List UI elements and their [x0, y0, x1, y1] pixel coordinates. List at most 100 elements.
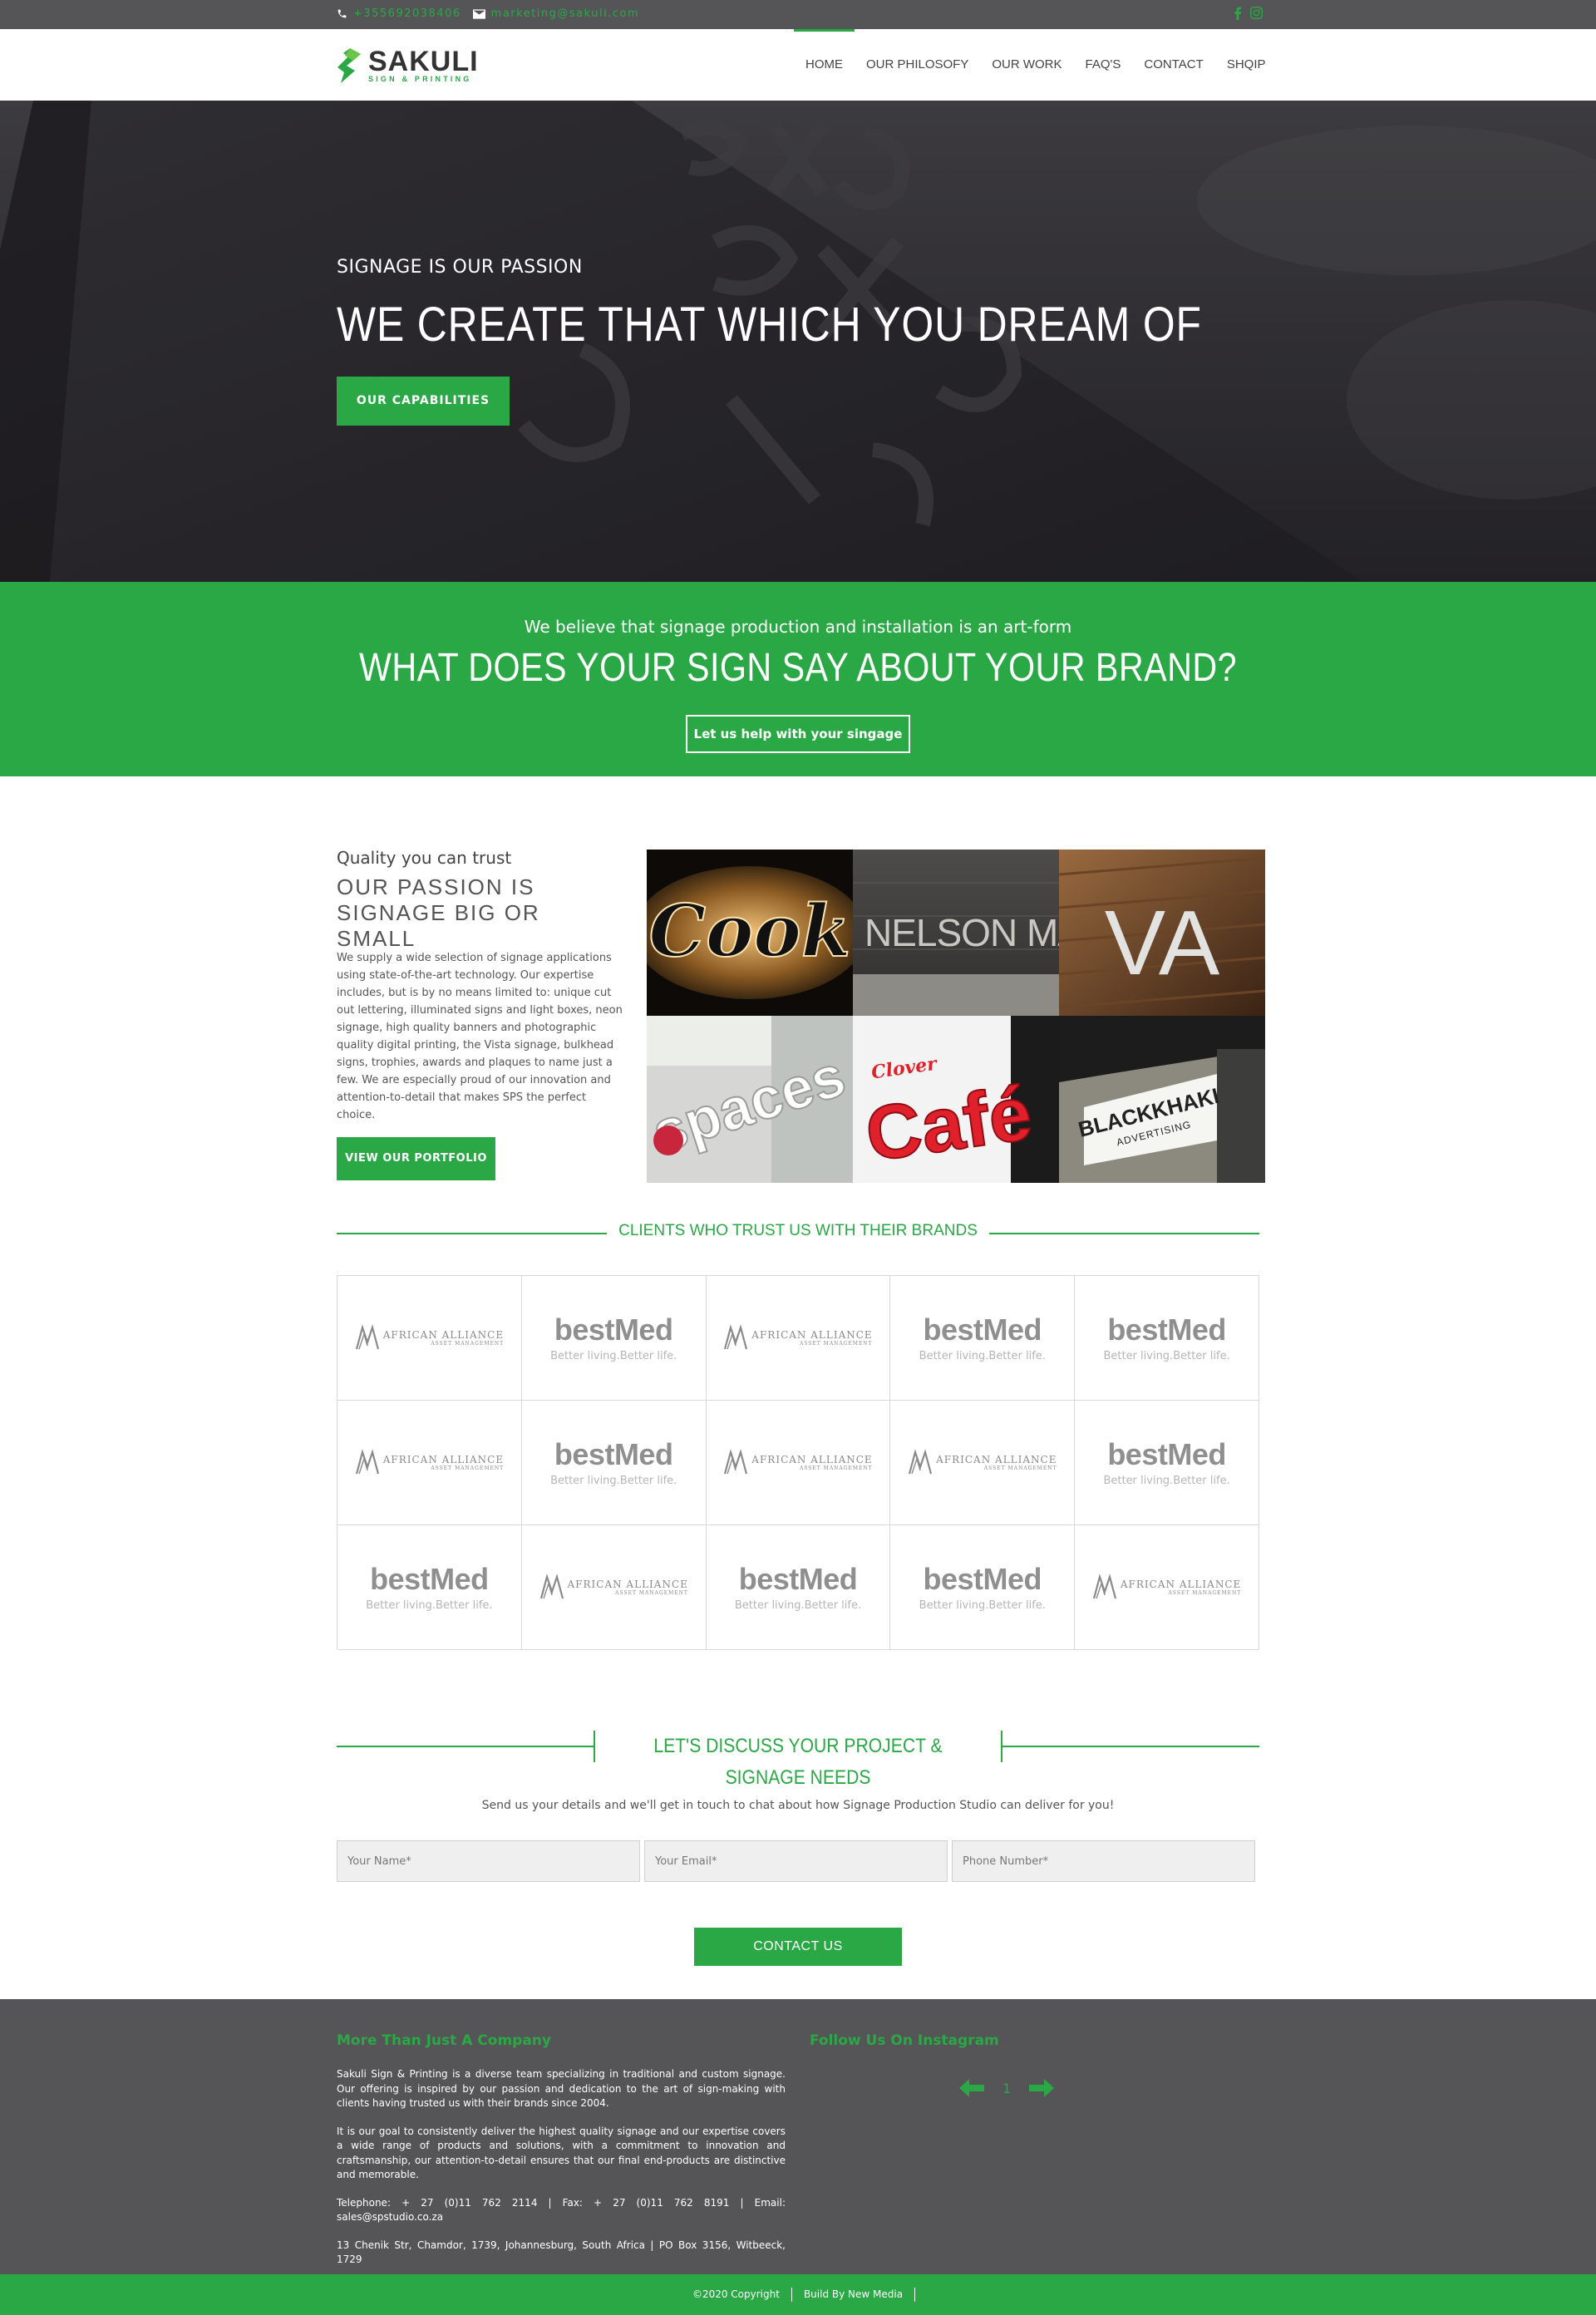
bestmed-logo: bestMed Better living.Better life.: [919, 1562, 1046, 1613]
client-logo-cell: AFRICAN ALLIANCE ASSET MANAGEMENT: [890, 1401, 1076, 1525]
nav-our-philosofy[interactable]: OUR PHILOSOFY: [855, 29, 980, 101]
bestmed-name: bestMed: [738, 1562, 858, 1596]
client-logo-cell: bestMed Better living.Better life.: [890, 1525, 1076, 1650]
band-subtitle: We believe that signage production and i…: [524, 617, 1072, 637]
african-alliance-logo: AFRICAN ALLIANCE ASSET MANAGEMENT: [355, 1323, 504, 1352]
bestmed-name: bestMed: [554, 1437, 673, 1471]
main-navbar: SAKULI SIGN & PRINTING HOME OUR PHILOSOF…: [0, 29, 1596, 101]
phone-icon: [337, 9, 347, 18]
bestmed-tagline: Better living.Better life.: [550, 1350, 677, 1362]
gallery-tile-va[interactable]: VA: [1059, 850, 1265, 1016]
nav-contact[interactable]: CONTACT: [1132, 29, 1214, 101]
clients-heading: CLIENTS WHO TRUST US WITH THEIR BRANDS: [337, 1222, 1259, 1240]
nav-our-work[interactable]: OUR WORK: [980, 29, 1073, 101]
gallery-tile-clover-cafe[interactable]: Café Clover: [853, 1016, 1059, 1183]
band-title: WHAT DOES YOUR SIGN SAY ABOUT YOUR BRAND…: [0, 645, 1596, 691]
african-alliance-sub: ASSET MANAGEMENT: [615, 1589, 688, 1596]
gallery-tile-blackkhaki[interactable]: BLACKKHAKI ADVERTISING: [1059, 1016, 1265, 1183]
bestmed-tagline: Better living.Better life.: [919, 1599, 1046, 1612]
african-alliance-mark-icon: [724, 1448, 748, 1474]
nav-shqip[interactable]: SHQIP: [1215, 29, 1278, 101]
bestmed-tagline: Better living.Better life.: [550, 1475, 677, 1487]
footer-instagram: Follow Us On Instagram 1: [810, 2032, 1259, 2097]
instagram-icon[interactable]: [1250, 7, 1263, 19]
african-alliance-mark-icon: [1092, 1573, 1116, 1598]
phone-field[interactable]: [952, 1840, 1255, 1882]
african-alliance-sub: ASSET MANAGEMENT: [983, 1465, 1057, 1471]
bestmed-logo: bestMed Better living.Better life.: [366, 1563, 492, 1613]
footer-about: More Than Just A Company Sakuli Sign & P…: [337, 2032, 786, 2281]
nav-faqs[interactable]: FAQ'S: [1074, 29, 1133, 101]
gallery-tile-cook[interactable]: Cook: [647, 850, 853, 1016]
african-alliance-mark-icon: [909, 1448, 933, 1474]
bestmed-tagline: Better living.Better life.: [919, 1350, 1046, 1362]
client-logo-cell: AFRICAN ALLIANCE ASSET MANAGEMENT: [706, 1401, 891, 1525]
site-logo[interactable]: SAKULI SIGN & PRINTING: [337, 46, 479, 86]
bestmed-name: bestMed: [554, 1313, 673, 1347]
gallery-image-blackkhaki: BLACKKHAKI ADVERTISING: [1059, 1016, 1265, 1183]
top-bar: +355692038406 marketing@sakuli.com: [0, 0, 1596, 29]
african-alliance-name: AFRICAN ALLIANCE: [751, 1328, 873, 1341]
gallery-image-clover-cafe: Café Clover: [853, 1016, 1059, 1183]
passion-heading: OUR PASSION IS SIGNAGE BIG OR SMALL: [337, 874, 540, 951]
phone-link[interactable]: +355692038406: [337, 7, 461, 20]
bestmed-logo: bestMed Better living.Better life.: [735, 1562, 861, 1613]
footer-contact-line: Telephone: + 27 (0)11 762 2114 | Fax: + …: [337, 2196, 786, 2224]
footer-about-title: More Than Just A Company: [337, 2032, 551, 2049]
footer-about-paragraph-1: Sakuli Sign & Printing is a diverse team…: [337, 2068, 786, 2109]
hero-banner: SIGNAGE IS OUR PASSION WE CREATE THAT WH…: [0, 101, 1596, 582]
arrow-left-icon[interactable]: [959, 2079, 984, 2097]
arrow-right-icon[interactable]: [1029, 2079, 1055, 2097]
gallery-image-va: VA: [1059, 850, 1265, 1016]
gallery-cook-text: Cook: [649, 889, 851, 973]
email-link[interactable]: marketing@sakuli.com: [472, 7, 639, 20]
african-alliance-mark-icon: [355, 1448, 379, 1474]
sakuli-logo-mark: [337, 48, 361, 83]
bestmed-name: bestMed: [923, 1313, 1042, 1347]
discuss-rule-right: [1002, 1746, 1259, 1747]
african-alliance-sub: ASSET MANAGEMENT: [799, 1465, 873, 1471]
african-alliance-sub: ASSET MANAGEMENT: [799, 1340, 873, 1347]
credit-link[interactable]: Build By New Media: [792, 2288, 916, 2302]
envelope-icon: [472, 8, 485, 19]
client-logo-cell: AFRICAN ALLIANCE ASSET MANAGEMENT: [337, 1401, 522, 1525]
client-logo-cell: AFRICAN ALLIANCE ASSET MANAGEMENT: [521, 1525, 707, 1650]
hero-headline: WE CREATE THAT WHICH YOU DREAM OF: [337, 298, 1202, 352]
hero-kicker: SIGNAGE IS OUR PASSION: [337, 257, 583, 278]
view-portfolio-button[interactable]: VIEW OUR PORTFOLIO: [337, 1137, 495, 1180]
nav-home[interactable]: HOME: [794, 29, 855, 101]
copyright-bar: ©2020 Copyright Build By New Media: [0, 2274, 1596, 2315]
help-with-signage-button[interactable]: Let us help with your singage: [686, 715, 910, 753]
african-alliance-logo: AFRICAN ALLIANCE ASSET MANAGEMENT: [355, 1448, 504, 1477]
top-contact: +355692038406 marketing@sakuli.com: [337, 7, 639, 20]
african-alliance-mark-icon: [355, 1323, 379, 1349]
contact-form: [337, 1840, 1259, 1882]
african-alliance-name: AFRICAN ALLIANCE: [567, 1578, 688, 1590]
gallery-tile-nelson-mandela[interactable]: NELSON MANDELA: [853, 850, 1059, 1016]
contact-us-button[interactable]: CONTACT US: [694, 1928, 902, 1966]
gallery-nelson-text: NELSON MANDELA: [864, 911, 1059, 954]
bestmed-name: bestMed: [923, 1562, 1042, 1596]
clients-heading-text: CLIENTS WHO TRUST US WITH THEIR BRANDS: [607, 1222, 989, 1240]
copyright-inner: ©2020 Copyright Build By New Media: [0, 2288, 1596, 2302]
instagram-pager: 1: [959, 2079, 1055, 2097]
bestmed-logo: bestMed Better living.Better life.: [919, 1313, 1046, 1363]
african-alliance-sub: ASSET MANAGEMENT: [1168, 1589, 1242, 1596]
african-alliance-name: AFRICAN ALLIANCE: [1120, 1578, 1242, 1590]
our-capabilities-button[interactable]: OUR CAPABILITIES: [337, 377, 510, 426]
passion-body: We supply a wide selection of signage ap…: [337, 952, 623, 1121]
gallery-image-spaces: spaces: [647, 1016, 853, 1183]
african-alliance-mark-icon: [724, 1323, 748, 1349]
gallery-tile-spaces[interactable]: spaces: [647, 1016, 853, 1183]
social-links: [1234, 7, 1263, 20]
bestmed-logo: bestMed Better living.Better life.: [1103, 1313, 1229, 1363]
footer-about-paragraph-2: It is our goal to consistently deliver t…: [337, 2125, 786, 2181]
facebook-icon[interactable]: [1234, 7, 1242, 20]
name-field[interactable]: [337, 1840, 640, 1882]
african-alliance-logo: AFRICAN ALLIANCE ASSET MANAGEMENT: [1092, 1573, 1242, 1602]
bestmed-logo: bestMed Better living.Better life.: [550, 1313, 677, 1363]
client-logo-cell: bestMed Better living.Better life.: [706, 1525, 891, 1650]
email-field[interactable]: [644, 1840, 948, 1882]
african-alliance-logo: AFRICAN ALLIANCE ASSET MANAGEMENT: [539, 1573, 688, 1602]
discuss-subtitle: Send us your details and we'll get in to…: [481, 1799, 1115, 1812]
